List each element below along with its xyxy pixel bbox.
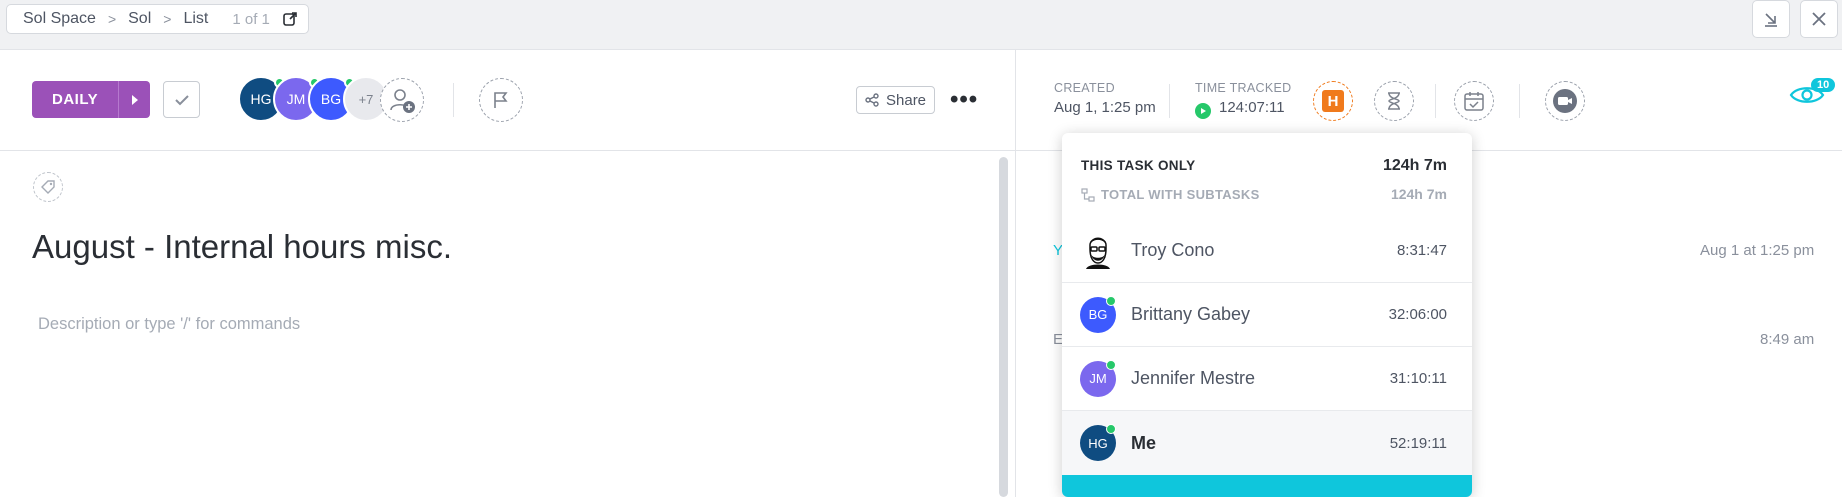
priority-button[interactable] — [479, 78, 523, 122]
online-indicator — [1106, 424, 1116, 434]
this-task-value: 124h 7m — [1382, 157, 1447, 174]
total-subtasks-row: TOTAL WITH SUBTASKS — [1081, 187, 1260, 202]
separator — [453, 83, 454, 117]
watchers-button[interactable]: 10 — [1789, 78, 1836, 111]
total-subtasks-label: TOTAL WITH SUBTASKS — [1101, 187, 1260, 202]
separator — [1169, 84, 1170, 118]
activity-timestamp: Aug 1 at 1:25 pm — [1700, 242, 1815, 259]
breadcrumb-item-space[interactable]: Sol Space — [23, 10, 96, 28]
time-entry-name: Brittany Gabey — [1131, 304, 1251, 324]
caret-right-icon — [131, 94, 138, 105]
time-estimate-button[interactable] — [1374, 81, 1414, 121]
time-entry-row[interactable]: HG Me 52:19:11 — [1062, 411, 1472, 475]
download-icon — [1765, 13, 1777, 27]
video-record-button[interactable] — [1545, 81, 1585, 121]
time-entry-time: 8:31:47 — [1396, 242, 1447, 259]
watchers-count: 10 — [1811, 78, 1836, 92]
minimize-button[interactable] — [1752, 0, 1790, 38]
time-entry-time: 32:06:00 — [1388, 306, 1447, 323]
created-value: Aug 1, 1:25 pm — [1054, 99, 1156, 116]
separator — [1519, 84, 1520, 118]
breadcrumb-separator: > — [107, 11, 117, 27]
pane-divider — [1015, 50, 1016, 497]
created-label: CREATED — [1054, 81, 1115, 95]
time-entry-name: Troy Cono — [1131, 240, 1215, 260]
time-tracked-value[interactable]: 124:07:11 — [1195, 99, 1285, 119]
time-entry-row[interactable]: BG Brittany Gabey 32:06:00 — [1062, 283, 1472, 347]
check-icon — [174, 94, 189, 105]
complete-button[interactable] — [163, 81, 200, 118]
add-user-icon — [390, 89, 415, 113]
add-assignee-button[interactable] — [380, 78, 424, 122]
time-entry-time: 31:10:11 — [1389, 370, 1447, 387]
hourglass-icon — [1388, 92, 1400, 110]
breadcrumb-item-folder[interactable]: Sol — [128, 10, 151, 28]
more-options-button[interactable]: ••• — [950, 86, 978, 114]
troy-avatar — [1080, 232, 1116, 269]
next-status-button[interactable] — [118, 81, 151, 118]
time-tracked-label: TIME TRACKED — [1195, 81, 1292, 95]
time-entry-row[interactable]: Troy Cono 8:31:47 — [1062, 219, 1472, 283]
breadcrumb: Sol Space > Sol > List 1 of 1 — [6, 4, 309, 34]
status-label[interactable]: DAILY — [32, 81, 119, 118]
task-count: 1 of 1 — [232, 10, 270, 28]
time-entry-time: 52:19:11 — [1389, 434, 1447, 452]
time-entry-name: Me — [1131, 432, 1157, 453]
tag-button[interactable] — [33, 172, 63, 202]
activity-timestamp: 8:49 am — [1760, 331, 1815, 348]
scrollbar[interactable] — [999, 157, 1008, 497]
time-tracked-popup: THIS TASK ONLY 124h 7m TOTAL WITH SUBTAS… — [1062, 133, 1472, 497]
time-tracked-text: 124:07:11 — [1219, 99, 1285, 116]
due-date-button[interactable] — [1454, 81, 1494, 121]
top-bar: Sol Space > Sol > List 1 of 1 — [0, 0, 1842, 50]
task-title[interactable]: August - Internal hours misc. — [32, 228, 452, 266]
popup-footer-bar[interactable] — [1062, 475, 1472, 497]
share-icon — [865, 93, 879, 107]
harvest-integration-button[interactable]: H — [1313, 81, 1353, 121]
open-external-icon[interactable] — [282, 11, 298, 27]
harvest-icon: H — [1322, 90, 1344, 112]
close-icon — [1812, 12, 1826, 26]
subtasks-icon — [1081, 187, 1095, 202]
status-dropdown[interactable]: DAILY — [32, 81, 151, 118]
description-input[interactable]: Description or type '/' for commands — [38, 315, 300, 334]
share-label: Share — [886, 91, 927, 109]
calendar-icon — [1464, 92, 1484, 111]
play-icon[interactable] — [1195, 103, 1211, 119]
flag-icon — [494, 92, 508, 108]
total-subtasks-value: 124h 7m — [1390, 186, 1447, 202]
separator — [1435, 84, 1436, 118]
breadcrumb-item-list[interactable]: List — [183, 10, 208, 28]
time-entry-name: Jennifer Mestre — [1131, 368, 1256, 388]
person-portrait-icon — [1081, 233, 1115, 269]
time-entry-row[interactable]: JM Jennifer Mestre 31:10:11 — [1062, 347, 1472, 411]
share-button[interactable]: Share — [856, 86, 936, 114]
video-camera-icon — [1553, 89, 1577, 113]
online-indicator — [1106, 360, 1116, 370]
online-indicator — [1106, 296, 1116, 306]
this-task-label: THIS TASK ONLY — [1081, 158, 1196, 173]
close-button[interactable] — [1800, 0, 1838, 38]
tag-icon — [41, 180, 55, 194]
header-divider — [0, 150, 1842, 151]
breadcrumb-separator: > — [163, 11, 172, 27]
